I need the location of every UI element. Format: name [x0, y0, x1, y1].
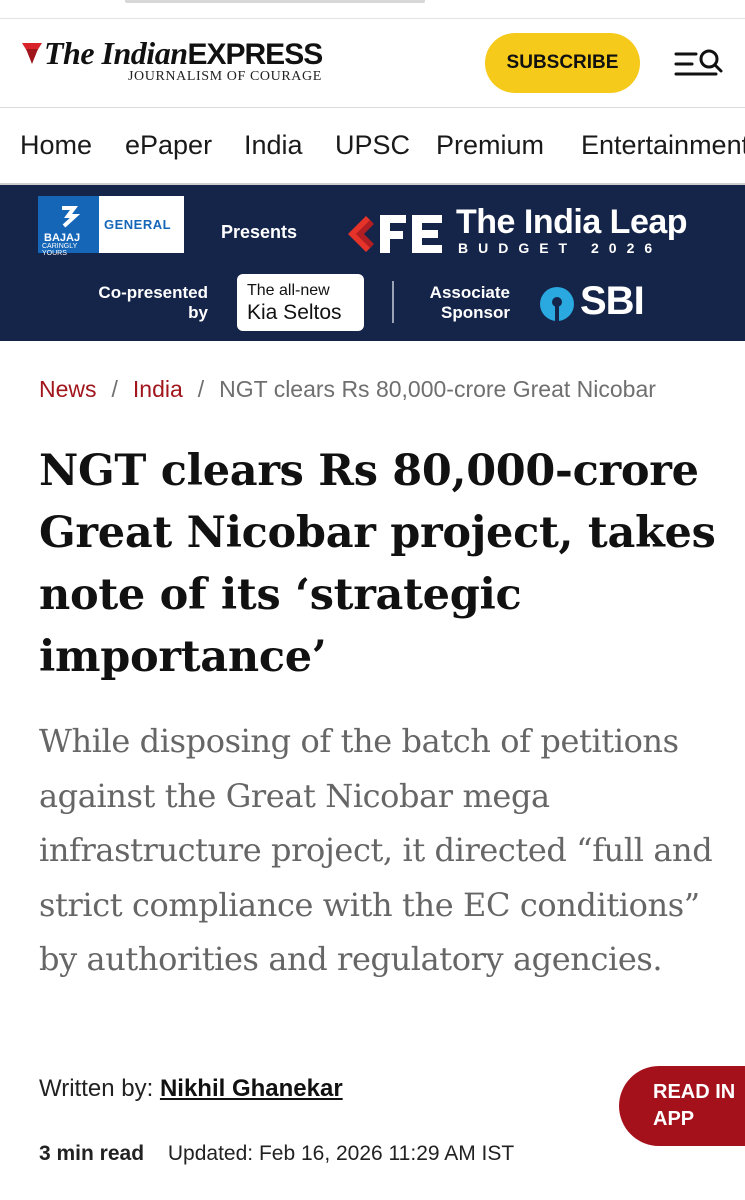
article-dek: While disposing of the batch of petition…	[39, 722, 713, 978]
subscribe-button[interactable]: SUBSCRIBE	[485, 33, 640, 93]
author-link[interactable]: Nikhil Ghanekar	[160, 1075, 343, 1102]
kia-logo: The all-new Kia Seltos	[237, 274, 364, 331]
sbi-logo-icon	[540, 287, 574, 321]
site-header: The IndianEXPRESS JOURNALISM OF COURAGE …	[0, 19, 745, 108]
associate-line2: Sponsor	[441, 303, 510, 322]
fe-logo-icon	[348, 215, 442, 253]
byline-label: Written by:	[39, 1075, 154, 1102]
fe-subtitle: BUDGET 2026	[458, 240, 663, 256]
nav-item-epaper[interactable]: ePaper	[125, 130, 212, 161]
sbi-text: SBI	[580, 279, 645, 323]
logo-tagline: JOURNALISM OF COURAGE	[128, 69, 322, 84]
fe-title: The India Leap	[456, 203, 688, 241]
scroll-indicator	[125, 0, 425, 3]
nav-item-entertainment[interactable]: Entertainment	[581, 130, 745, 161]
breadcrumb-current: NGT clears Rs 80,000-crore Great Nicobar	[219, 376, 656, 402]
presents-label: Presents	[221, 222, 298, 242]
nav-item-home[interactable]: Home	[20, 130, 92, 161]
kia-line1: The all-new	[247, 282, 330, 299]
breadcrumb-separator: /	[197, 376, 205, 402]
site-logo[interactable]: The IndianEXPRESS JOURNALISM OF COURAGE	[20, 35, 340, 95]
bajaj-tagline: CARINGLY YOURS	[42, 243, 78, 257]
breadcrumb-separator: /	[111, 376, 118, 402]
logo-title: The IndianEXPRESS	[44, 35, 323, 71]
copresented-line2: by	[188, 303, 208, 322]
menu-search-icon[interactable]	[674, 46, 724, 82]
banner-divider	[392, 281, 394, 323]
article-headline: NGT clears Rs 80,000-crore Great Nicobar…	[39, 446, 716, 682]
bajaj-logo-block: BAJAJ CARINGLY YOURS	[38, 196, 99, 257]
copresented-label: Co-presented by	[82, 283, 208, 323]
main-nav: Home ePaper India UPSC Premium Entertain…	[0, 108, 745, 185]
nav-item-india[interactable]: India	[244, 130, 303, 161]
copresented-line1: Co-presented	[98, 283, 208, 302]
bajaj-b-icon	[62, 206, 80, 228]
bajaj-general-text: GENERAL	[104, 217, 172, 232]
nav-item-upsc[interactable]: UPSC	[335, 130, 410, 161]
associate-sponsor-label: Associate Sponsor	[404, 283, 510, 323]
sponsor-banner[interactable]: BAJAJ CARINGLY YOURS GENERAL Presents Th…	[0, 185, 745, 341]
read-in-app-button[interactable]: READ IN APP	[619, 1066, 745, 1146]
nav-item-premium[interactable]: Premium	[436, 130, 544, 161]
article-meta: 3 min read Updated: Feb 16, 2026 11:29 A…	[39, 1142, 514, 1166]
associate-line1: Associate	[429, 283, 510, 302]
byline: Written by: Nikhil Ghanekar	[39, 1075, 343, 1103]
read-in-app-line2: APP	[653, 1108, 695, 1130]
bajaj-general-logo: BAJAJ CARINGLY YOURS GENERAL	[38, 196, 184, 257]
breadcrumb-news[interactable]: News	[39, 376, 97, 402]
updated-timestamp: Updated: Feb 16, 2026 11:29 AM IST	[167, 1142, 515, 1165]
read-time: 3 min read	[39, 1142, 145, 1165]
browser-top-strip	[0, 0, 745, 19]
breadcrumb-india[interactable]: India	[133, 376, 183, 402]
logo-mark-icon	[22, 43, 42, 64]
kia-line2: Kia Seltos	[247, 301, 342, 324]
read-in-app-line1: READ IN	[653, 1081, 736, 1103]
breadcrumb: News / India / NGT clears Rs 80,000-crore Gr…	[39, 376, 656, 403]
